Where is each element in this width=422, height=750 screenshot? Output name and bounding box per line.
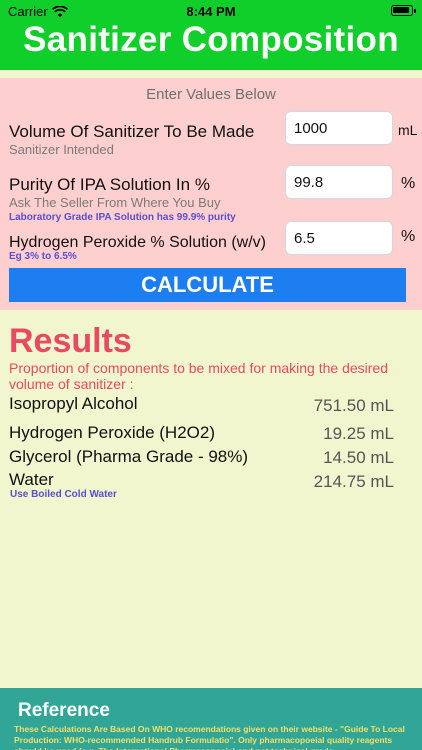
peroxide-note: Eg 3% to 6.5% <box>9 251 77 262</box>
results-description: Proportion of components to be mixed for… <box>9 360 388 392</box>
reference-title: Reference <box>18 700 110 721</box>
peroxide-input[interactable] <box>285 221 393 255</box>
app-header: Carrier 8:44 PM Sanitizer Composition <box>0 0 422 70</box>
result-label-water: Water <box>9 470 54 489</box>
reference-section: Reference These Calculations Are Based O… <box>0 688 422 750</box>
result-label-peroxide: Hydrogen Peroxide (H2O2) <box>9 423 215 442</box>
status-bar: Carrier 8:44 PM <box>0 4 422 20</box>
calculate-button[interactable]: CALCULATE <box>9 268 406 302</box>
result-value-water: 214.75 mL <box>313 472 394 491</box>
volume-sublabel: Sanitizer Intended <box>9 142 114 157</box>
page-title: Sanitizer Composition <box>23 20 399 59</box>
enter-values-hint: Enter Values Below <box>146 86 276 103</box>
result-value-peroxide: 19.25 mL <box>323 424 394 443</box>
reference-body: These Calculations Are Based On WHO reco… <box>14 724 405 750</box>
purity-unit: % <box>401 175 416 192</box>
purity-sublabel: Ask The Seller From Where You Buy <box>9 195 221 210</box>
volume-label: Volume Of Sanitizer To Be Made <box>9 122 255 141</box>
status-time: 8:44 PM <box>186 4 236 19</box>
volume-input[interactable] <box>285 111 393 145</box>
results-heading: Results <box>9 322 132 360</box>
purity-input[interactable] <box>285 165 393 199</box>
water-note: Use Boiled Cold Water <box>10 489 117 500</box>
peroxide-unit: % <box>401 228 416 245</box>
result-value-isopropyl: 751.50 mL <box>313 396 394 415</box>
volume-unit: mL <box>398 122 418 138</box>
purity-note: Laboratory Grade IPA Solution has 99.9% … <box>9 212 236 223</box>
purity-label: Purity Of IPA Solution In % <box>9 175 210 194</box>
result-value-glycerol: 14.50 mL <box>323 448 394 467</box>
result-label-isopropyl: Isopropyl Alcohol <box>9 394 138 413</box>
battery-icon <box>391 5 416 16</box>
peroxide-label: Hydrogen Peroxide % Solution (w/v) <box>9 234 267 251</box>
result-label-glycerol: Glycerol (Pharma Grade - 98%) <box>9 447 249 466</box>
